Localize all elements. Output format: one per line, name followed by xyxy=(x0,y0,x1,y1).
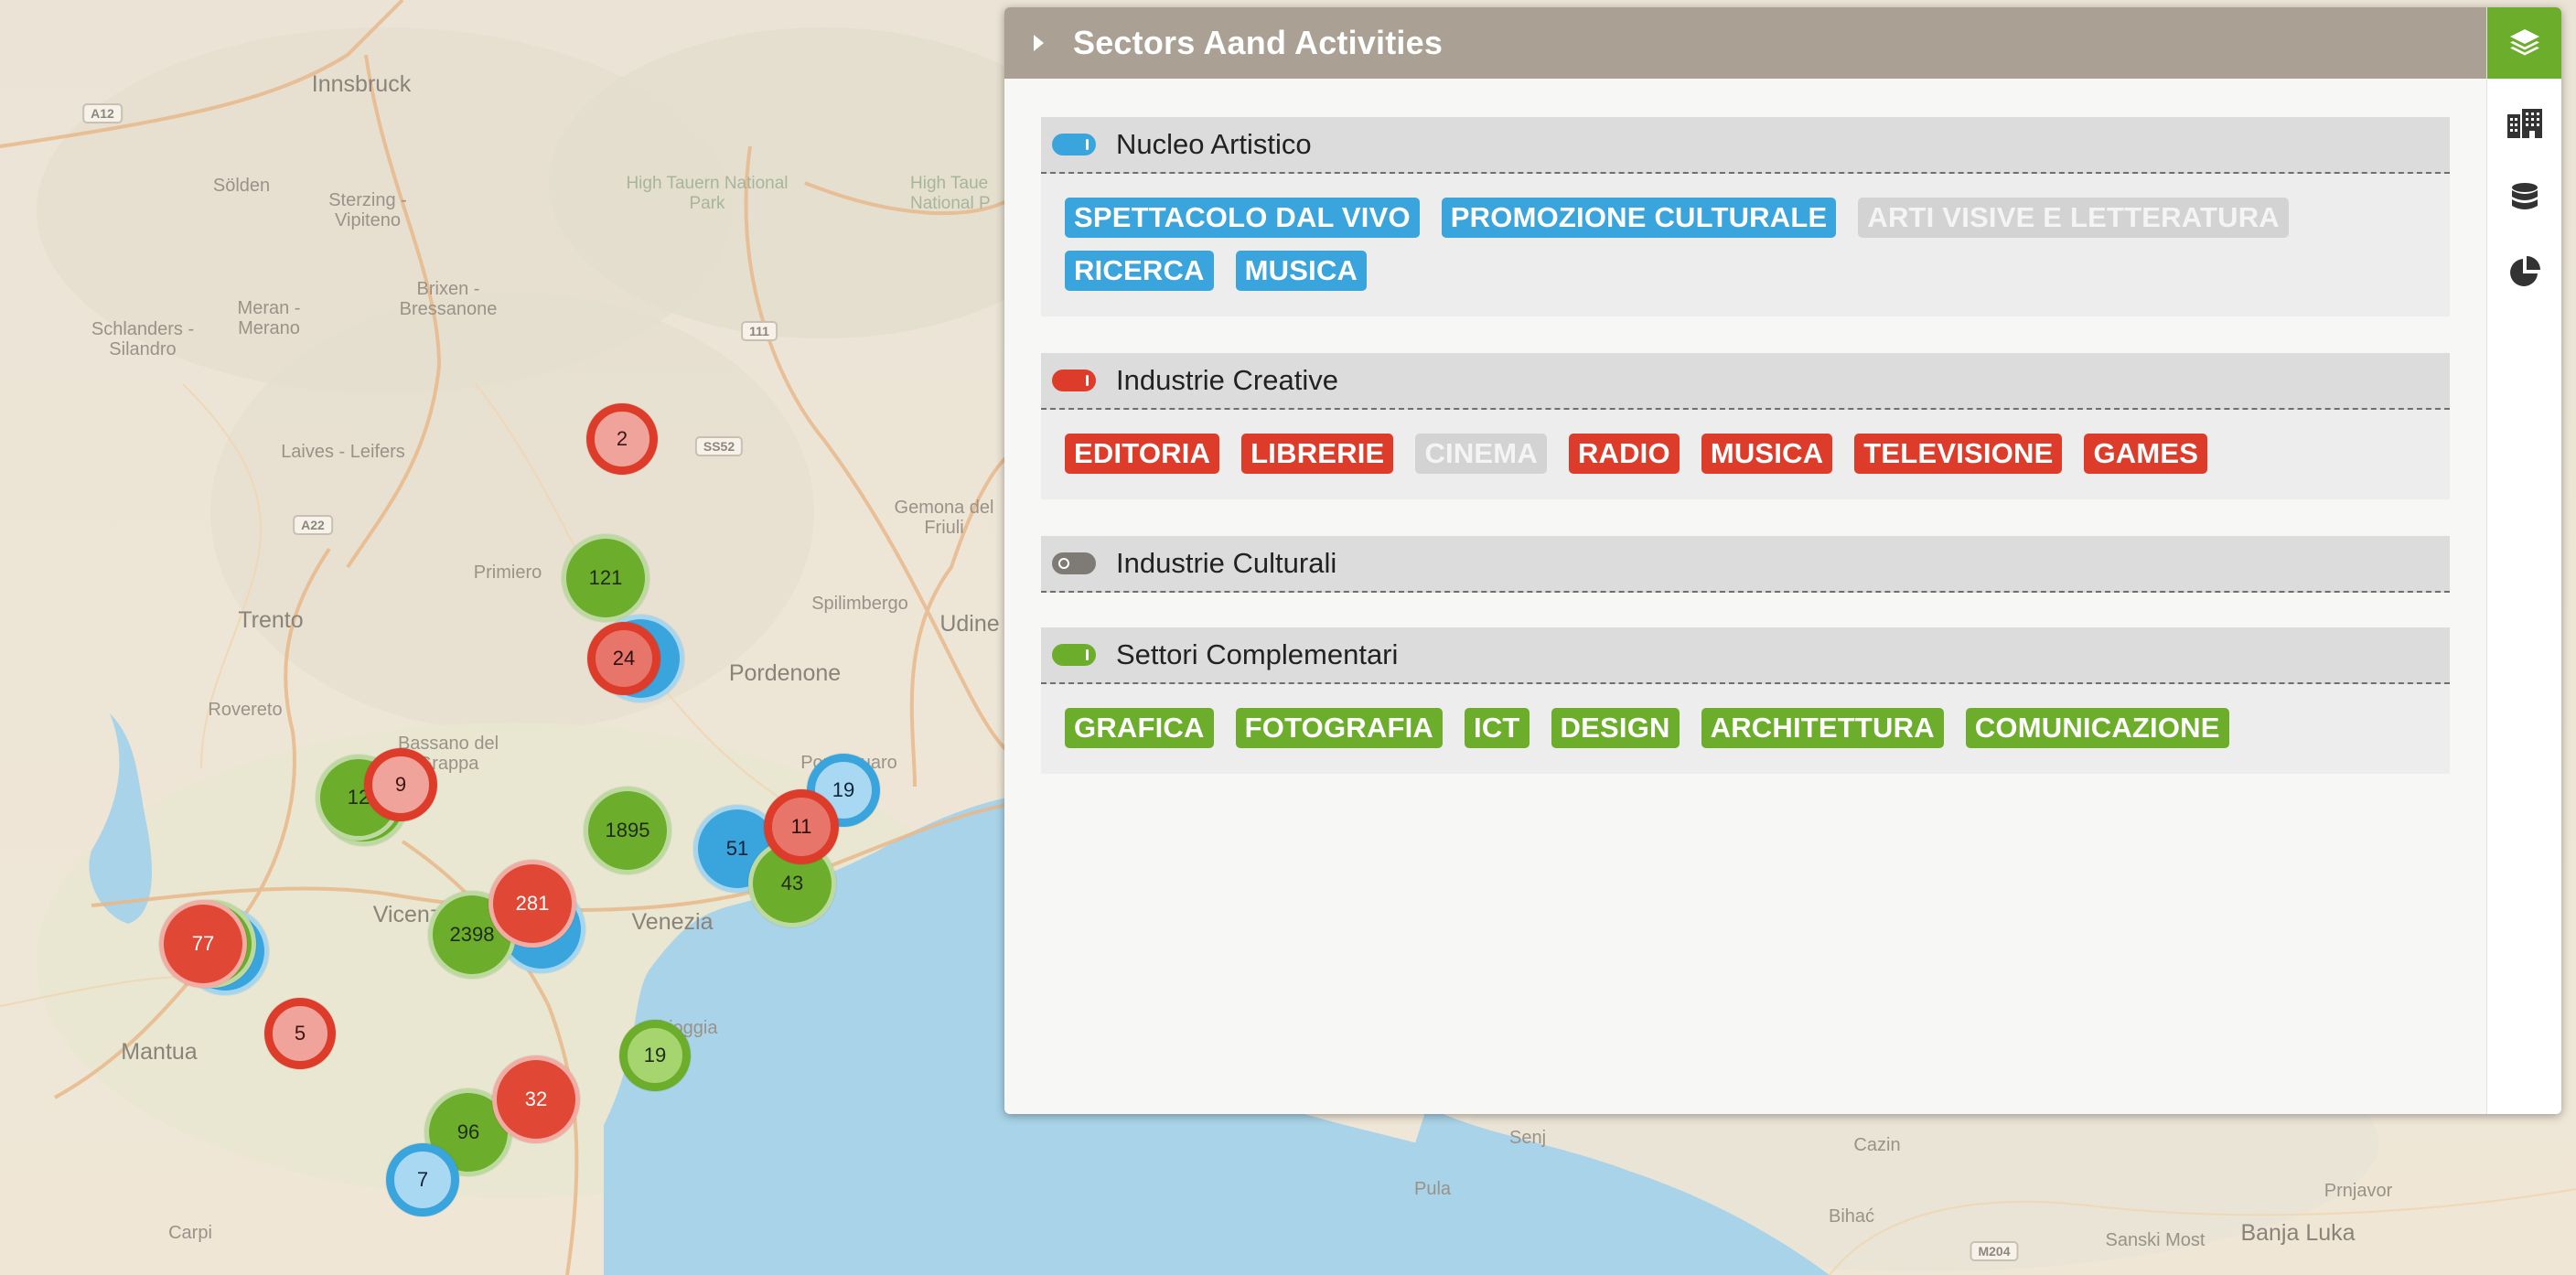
place-label: Brixen - Bressanone xyxy=(399,279,498,319)
tag-spettacolo-dal-vivo[interactable]: SPETTACOLO DAL VIVO xyxy=(1065,198,1420,238)
tag-ict[interactable]: ICT xyxy=(1465,708,1530,748)
tag-televisione[interactable]: TELEVISIONE xyxy=(1854,434,2063,474)
map-cluster-marker[interactable]: 32 xyxy=(492,1055,580,1143)
map-cluster-marker[interactable]: 7 xyxy=(386,1143,459,1216)
tag-musica[interactable]: MUSICA xyxy=(1235,251,1368,291)
place-label: Sterzing - Vipiteno xyxy=(328,190,407,230)
place-label: Cazin xyxy=(1853,1135,1901,1155)
map-cluster-marker[interactable]: 5 xyxy=(264,998,336,1069)
database-icon xyxy=(2512,183,2538,209)
place-label: Udine xyxy=(939,611,1000,637)
road-shield: SS52 xyxy=(694,436,744,456)
tag-grafica[interactable]: GRAFICA xyxy=(1065,708,1214,748)
road-shield: A12 xyxy=(82,103,123,123)
section-nucleo-artistico: Nucleo Artistico SPETTACOLO DAL VIVO PRO… xyxy=(1041,117,2450,316)
section-tags: SPETTACOLO DAL VIVO PROMOZIONE CULTURALE… xyxy=(1041,174,2450,316)
section-toggle[interactable] xyxy=(1052,134,1096,155)
tag-cinema[interactable]: CINEMA xyxy=(1415,434,1547,474)
tag-design[interactable]: DESIGN xyxy=(1551,708,1680,748)
section-header[interactable]: Nucleo Artistico xyxy=(1041,117,2450,174)
section-name: Industrie Culturali xyxy=(1116,547,1337,579)
section-industrie-creative: Industrie Creative EDITORIA LIBRERIE CIN… xyxy=(1041,353,2450,499)
buildings-icon xyxy=(2507,109,2542,138)
tag-librerie[interactable]: LIBRERIE xyxy=(1241,434,1394,474)
place-label: High Taue National P xyxy=(910,174,991,213)
section-settori-complementari: Settori Complementari GRAFICA FOTOGRAFIA… xyxy=(1041,627,2450,774)
tag-ricerca[interactable]: RICERCA xyxy=(1065,251,1214,291)
tab-buildings[interactable] xyxy=(2487,88,2561,159)
map-cluster-marker[interactable]: 9 xyxy=(364,748,437,821)
section-tags: GRAFICA FOTOGRAFIA ICT DESIGN ARCHITETTU… xyxy=(1041,684,2450,774)
section-name: Industrie Creative xyxy=(1116,364,1338,396)
place-label: Sölden xyxy=(212,176,271,196)
place-label: Pordenone xyxy=(728,660,842,686)
section-toggle[interactable] xyxy=(1052,552,1096,574)
place-label: Bihać xyxy=(1828,1206,1875,1227)
sections-list: Nucleo Artistico SPETTACOLO DAL VIVO PRO… xyxy=(1041,117,2450,810)
section-header[interactable]: Industrie Creative xyxy=(1041,353,2450,410)
panel-header[interactable]: Sectors Aand Activities xyxy=(1004,7,2486,79)
tag-architettura[interactable]: ARCHITETTURA xyxy=(1701,708,1944,748)
section-name: Settori Complementari xyxy=(1116,638,1399,670)
map-cluster-marker[interactable]: 2 xyxy=(586,403,658,475)
place-label: Banja Luka xyxy=(2240,1220,2356,1246)
section-industrie-culturali: Industrie Culturali xyxy=(1041,536,2450,593)
panel-title: Sectors Aand Activities xyxy=(1073,24,1444,61)
section-header[interactable]: Industrie Culturali xyxy=(1041,536,2450,593)
section-header[interactable]: Settori Complementari xyxy=(1041,627,2450,684)
pie-chart-icon xyxy=(2510,256,2540,286)
map-cluster-marker[interactable]: 1895 xyxy=(584,787,671,874)
place-label: Sanski Most xyxy=(2105,1230,2206,1250)
caret-right-icon[interactable] xyxy=(1034,35,1044,51)
tag-games[interactable]: GAMES xyxy=(2084,434,2208,474)
place-label: Meran - Merano xyxy=(237,298,301,338)
place-label: Rovereto xyxy=(208,700,283,720)
place-label: Prnjavor xyxy=(2324,1181,2393,1201)
place-label: Schlanders - Silandro xyxy=(91,319,195,359)
section-toggle[interactable] xyxy=(1052,370,1096,391)
map-cluster-marker[interactable]: 11 xyxy=(764,789,839,864)
map-cluster-marker[interactable]: 19 xyxy=(619,1020,691,1091)
road-shield: 111 xyxy=(741,321,778,341)
tag-arti-visive-e-letteratura[interactable]: ARTI VISIVE E LETTERATURA xyxy=(1858,198,2289,238)
tag-radio[interactable]: RADIO xyxy=(1568,434,1680,474)
tag-editoria[interactable]: EDITORIA xyxy=(1065,434,1220,474)
tag-comunicazione[interactable]: COMUNICAZIONE xyxy=(1965,708,2229,748)
tab-layers[interactable] xyxy=(2487,7,2561,79)
place-label: Primiero xyxy=(473,562,542,583)
tag-fotografia[interactable]: FOTOGRAFIA xyxy=(1235,708,1443,748)
road-shield: A22 xyxy=(293,515,333,535)
place-label: Mantua xyxy=(121,1039,198,1065)
section-tags: EDITORIA LIBRERIE CINEMA RADIO MUSICA TE… xyxy=(1041,410,2450,499)
place-label: Venezia xyxy=(631,909,714,935)
layers-icon xyxy=(2510,29,2539,56)
place-label: High Tauern National Park xyxy=(626,174,789,213)
section-toggle[interactable] xyxy=(1052,644,1096,666)
place-label: Laives - Leifers xyxy=(281,442,405,462)
map-cluster-marker[interactable]: 281 xyxy=(488,860,576,948)
place-label: Spilimbergo xyxy=(811,594,908,614)
place-label: Trento xyxy=(238,607,304,633)
tag-musica[interactable]: MUSICA xyxy=(1701,434,1833,474)
place-label: Gemona del Friuli xyxy=(894,498,994,538)
map-cluster-marker[interactable]: 24 xyxy=(587,622,660,695)
map-cluster-marker[interactable]: 121 xyxy=(562,534,649,622)
place-label: Innsbruck xyxy=(311,71,412,97)
place-label: Pula xyxy=(1413,1179,1452,1199)
sectors-panel: Sectors Aand Activities Nucleo Artistico… xyxy=(1004,7,2561,1114)
map-cluster-marker[interactable]: 77 xyxy=(159,900,247,988)
place-label: Senj xyxy=(1508,1128,1547,1148)
tab-charts[interactable] xyxy=(2487,236,2561,307)
tag-promozione-culturale[interactable]: PROMOZIONE CULTURALE xyxy=(1441,198,1837,238)
section-name: Nucleo Artistico xyxy=(1116,128,1312,160)
road-shield: M204 xyxy=(1970,1241,2019,1261)
place-label: Carpi xyxy=(168,1223,212,1243)
tab-database[interactable] xyxy=(2487,163,2561,234)
side-tabbar xyxy=(2486,7,2561,1114)
